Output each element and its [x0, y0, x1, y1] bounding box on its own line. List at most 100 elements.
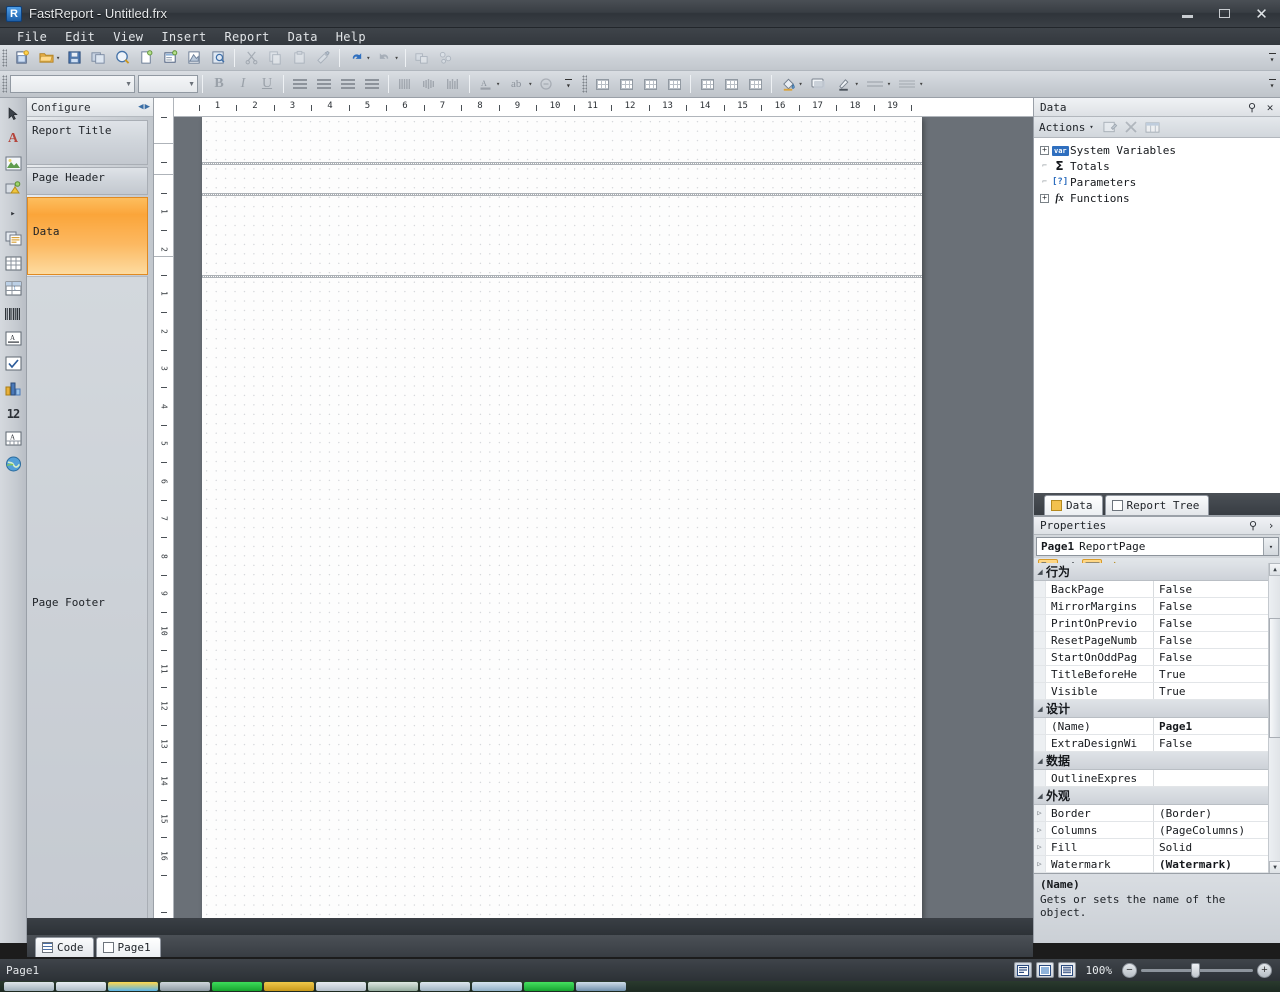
band-separator-page-header[interactable] [202, 193, 922, 196]
border-none-button[interactable] [663, 73, 685, 95]
property-row[interactable]: OutlineExpres [1034, 770, 1280, 787]
border-top-button[interactable] [696, 73, 718, 95]
cut-button[interactable] [240, 47, 262, 69]
view-data-button[interactable] [1143, 118, 1162, 136]
menu-data[interactable]: Data [279, 29, 327, 45]
underline-button[interactable]: U [256, 73, 278, 95]
band-separator-data[interactable] [202, 275, 922, 278]
delete-datasource-button[interactable] [1122, 118, 1141, 136]
align-justify-button[interactable] [361, 73, 383, 95]
redo-dropdown-icon[interactable]: ▾ [394, 54, 398, 62]
menu-edit[interactable]: Edit [56, 29, 104, 45]
highlight-button[interactable] [535, 73, 557, 95]
band-separator-report-title[interactable] [202, 162, 922, 165]
new-page-button[interactable] [135, 47, 157, 69]
property-value[interactable]: False [1154, 581, 1280, 597]
property-value[interactable]: (PageColumns) [1154, 822, 1280, 838]
page-header-band[interactable]: Page Header [27, 167, 148, 195]
style-button[interactable]: ab [503, 73, 529, 95]
preview-button[interactable] [111, 47, 133, 69]
maximize-button[interactable] [1206, 0, 1243, 27]
report-title-band[interactable]: Report Title [27, 120, 148, 165]
tab-code[interactable]: Code [35, 937, 94, 957]
scrollbar-thumb[interactable] [1269, 618, 1280, 738]
actions-caret-icon[interactable]: ▾ [1089, 123, 1093, 131]
report-page-canvas[interactable] [202, 117, 922, 918]
line-color-dropdown-icon[interactable]: ▾ [855, 80, 859, 88]
property-value[interactable]: False [1154, 615, 1280, 631]
property-value[interactable] [1154, 770, 1280, 786]
open-dropdown-icon[interactable]: ▾ [56, 54, 60, 62]
new-report-button[interactable] [11, 47, 33, 69]
property-expander-icon[interactable]: ▷ [1034, 822, 1046, 838]
close-button[interactable]: ✕ [1243, 0, 1280, 27]
fill-color-dropdown-icon[interactable]: ▾ [798, 80, 802, 88]
edit-datasource-button[interactable] [1101, 118, 1120, 136]
node-totals[interactable]: ⌐ Σ Totals [1040, 158, 1280, 174]
barcode-object-tool[interactable] [2, 302, 25, 325]
valign-middle-button[interactable] [418, 73, 440, 95]
menu-help[interactable]: Help [327, 29, 375, 45]
font-color-button[interactable]: A [475, 73, 497, 95]
taskbar-item[interactable] [56, 982, 106, 991]
matrix-object-tool[interactable]: 1 [2, 277, 25, 300]
taskbar-item[interactable] [576, 982, 626, 991]
property-row[interactable]: ▷ Border (Border) [1034, 805, 1280, 822]
property-row[interactable]: ▷ Fill Solid [1034, 839, 1280, 856]
fill-color-button[interactable] [777, 73, 799, 95]
view-two-page-button[interactable] [1035, 962, 1054, 978]
style-dropdown-icon[interactable]: ▾ [528, 80, 532, 88]
open-report-button[interactable] [35, 47, 57, 69]
zoom-slider[interactable] [1141, 962, 1253, 978]
property-category[interactable]: ◢ 行为 [1034, 563, 1280, 581]
frame-toolbar-grip[interactable] [582, 75, 588, 93]
select-tool[interactable] [2, 102, 25, 125]
property-value[interactable]: False [1154, 598, 1280, 614]
taskbar-item[interactable] [212, 982, 262, 991]
undo-dropdown-icon[interactable]: ▾ [366, 54, 370, 62]
shape-object-tool[interactable] [2, 177, 25, 200]
close-icon[interactable]: › [1265, 519, 1277, 532]
new-dialog-button[interactable] [159, 47, 181, 69]
align-left-button[interactable] [289, 73, 311, 95]
object-selector-combo[interactable]: Page1 ReportPage ▾ [1036, 537, 1279, 556]
main-toolbar-overflow-button[interactable]: ▾ [1266, 47, 1278, 69]
pin-icon[interactable]: ⚲ [1247, 519, 1259, 532]
paste-button[interactable] [288, 47, 310, 69]
valign-bottom-button[interactable] [442, 73, 464, 95]
format-painter-button[interactable] [312, 47, 334, 69]
property-value[interactable]: (Watermark) [1154, 856, 1280, 872]
menu-report[interactable]: Report [215, 29, 278, 45]
checkbox-object-tool[interactable] [2, 352, 25, 375]
toolbar-grip[interactable] [2, 48, 7, 67]
copy-button[interactable] [264, 47, 286, 69]
property-value[interactable]: Page1 [1154, 718, 1280, 734]
category-expander-icon[interactable]: ◢ [1034, 792, 1046, 800]
subreport-object-tool[interactable] [2, 227, 25, 250]
property-value[interactable]: False [1154, 735, 1280, 751]
line-style-dropdown-icon[interactable]: ▾ [887, 80, 891, 88]
taskbar-item[interactable] [472, 982, 522, 991]
chevron-down-icon[interactable]: ▾ [1263, 538, 1278, 555]
line-color-button[interactable] [834, 73, 856, 95]
redo-button[interactable] [373, 47, 395, 69]
property-row[interactable]: ▷ Watermark (Watermark) [1034, 856, 1280, 873]
italic-button[interactable]: I [232, 73, 254, 95]
chart-object-tool[interactable] [2, 377, 25, 400]
category-expander-icon[interactable]: ◢ [1034, 705, 1046, 713]
font-size-combo[interactable]: ▼ [138, 75, 198, 93]
property-category[interactable]: ◢ 外观 [1034, 787, 1280, 805]
view-single-page-button[interactable] [1013, 962, 1032, 978]
property-row[interactable]: ExtraDesignWi False [1034, 735, 1280, 752]
line-width-button[interactable] [894, 73, 920, 95]
map-object-tool[interactable] [2, 452, 25, 475]
taskbar-item[interactable] [160, 982, 210, 991]
property-row[interactable]: (Name) Page1 [1034, 718, 1280, 735]
property-row[interactable]: StartOnOddPag False [1034, 649, 1280, 666]
actions-label[interactable]: Actions [1039, 121, 1085, 134]
format-toolbar-overflow-button[interactable]: ▾ [562, 73, 574, 95]
property-row[interactable]: MirrorMargins False [1034, 598, 1280, 615]
border-custom-button[interactable] [744, 73, 766, 95]
expander-icon[interactable]: + [1040, 193, 1049, 203]
category-expander-icon[interactable]: ◢ [1034, 757, 1046, 765]
